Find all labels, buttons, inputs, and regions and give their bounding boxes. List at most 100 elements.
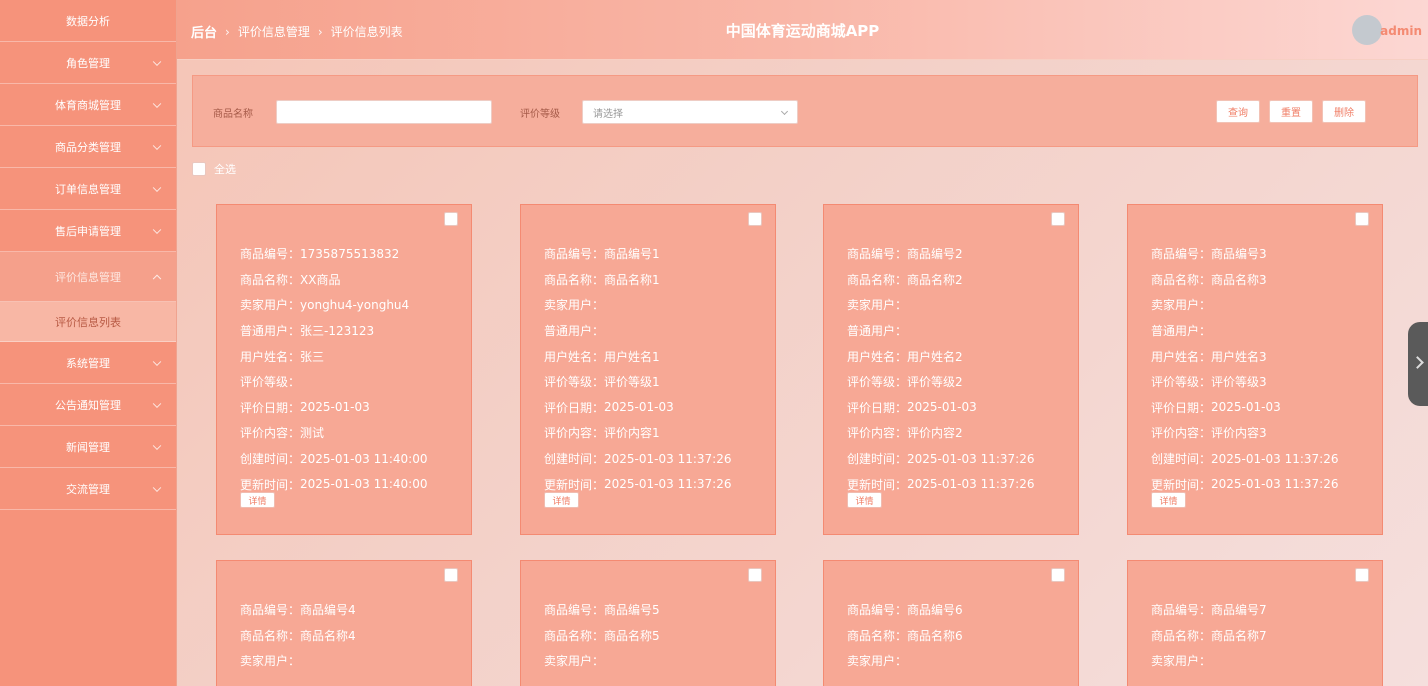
field-value: 商品编号7 <box>1211 603 1267 618</box>
card-grade: 评价等级： 评价等级2 <box>847 369 1068 395</box>
card-checkbox[interactable] <box>748 568 762 582</box>
card-checkbox[interactable] <box>444 568 458 582</box>
field-label: 商品名称： <box>240 628 301 643</box>
sidebar-subitem-review-list[interactable]: 评价信息列表 <box>0 302 176 342</box>
field-label: 商品编号： <box>847 247 908 262</box>
card-grade: 评价等级： 评价等级1 <box>544 369 765 395</box>
select-all-checkbox[interactable] <box>192 162 206 176</box>
detail-button[interactable]: 详情 <box>847 492 882 508</box>
card-name: 商品名称： 商品名称7 <box>1151 623 1372 649</box>
card-content: 评价内容： 测试 <box>240 420 461 446</box>
field-value: 评价内容3 <box>1211 426 1267 441</box>
card-checkbox[interactable] <box>1355 212 1369 226</box>
field-value: 张三 <box>300 349 325 364</box>
card-date: 评价日期： 2025-01-03 <box>847 395 1068 421</box>
field-label: 卖家用户： <box>240 654 301 669</box>
sidebar-item-notices[interactable]: 公告通知管理 <box>0 384 176 426</box>
card-seller: 卖家用户： yonghu4-yonghu4 <box>240 292 461 318</box>
card-checkbox[interactable] <box>444 212 458 226</box>
detail-button[interactable]: 详情 <box>1151 492 1186 508</box>
card-content: 评价内容： 评价内容1 <box>544 420 765 446</box>
card-name: 商品名称： 商品名称2 <box>847 267 1068 293</box>
review-card: 商品编号： 商品编号2 商品名称： 商品名称2 卖家用户： 普通用户： 用户姓名：用… <box>823 204 1079 535</box>
card-username: 用户姓名： 用户姓名3 <box>1151 343 1372 369</box>
field-label: 卖家用户： <box>1151 298 1212 313</box>
sidebar-item-system[interactable]: 系统管理 <box>0 342 176 384</box>
select-all-label: 全选 <box>214 163 236 176</box>
card-checkbox[interactable] <box>1051 212 1065 226</box>
reset-button[interactable]: 重置 <box>1269 100 1313 123</box>
sidebar-item-reviews[interactable]: 评价信息管理 <box>0 252 176 302</box>
sidebar-item-category[interactable]: 商品分类管理 <box>0 126 176 168</box>
sidebar-item-news[interactable]: 新闻管理 <box>0 426 176 468</box>
field-label: 更新时间： <box>847 477 908 492</box>
chevron-down-icon <box>152 57 162 66</box>
card-seller: 卖家用户： <box>1151 292 1372 318</box>
review-card: 商品编号： 商品编号7 商品名称： 商品名称7 卖家用户： <box>1127 560 1383 686</box>
breadcrumb-review-management[interactable]: 评价信息管理 <box>238 23 310 40</box>
field-value: 张三-123123 <box>300 324 375 339</box>
field-label: 商品编号： <box>240 603 301 618</box>
detail-button[interactable]: 详情 <box>240 492 275 508</box>
field-value: 用户姓名1 <box>604 349 660 364</box>
delete-button[interactable]: 删除 <box>1322 100 1366 123</box>
field-value: 2025-01-03 11:40:00 <box>300 451 428 466</box>
chevron-right-icon: › <box>225 24 230 39</box>
card-name: 商品名称： 商品名称1 <box>544 267 765 293</box>
field-value: 2025-01-03 11:37:26 <box>1211 477 1339 492</box>
detail-button[interactable]: 详情 <box>544 492 579 508</box>
grade-select[interactable]: 请选择 <box>582 100 798 124</box>
field-value: 商品编号5 <box>604 603 660 618</box>
sidebar-item-roles[interactable]: 角色管理 <box>0 42 176 84</box>
field-label: 普通用户： <box>1151 324 1212 339</box>
field-label: 评价内容： <box>544 426 605 441</box>
field-label: 卖家用户： <box>847 654 908 669</box>
card-checkbox[interactable] <box>1051 568 1065 582</box>
field-value: 2025-01-03 11:37:26 <box>907 477 1035 492</box>
card-username: 用户姓名： 用户姓名1 <box>544 343 765 369</box>
card-user: 普通用户： <box>1151 318 1372 344</box>
chevron-down-icon <box>152 357 162 366</box>
field-value: 评价等级3 <box>1211 375 1267 390</box>
header: 后台 › 评价信息管理 › 评价信息列表 中国体育运动商城APP admin <box>177 0 1428 60</box>
chevron-right-icon: › <box>317 24 323 39</box>
field-value: 2025-01-03 11:37:26 <box>604 477 732 492</box>
product-name-input[interactable] <box>276 100 492 124</box>
side-panel-toggle[interactable] <box>1408 322 1428 406</box>
sidebar-item-sports-mall[interactable]: 体育商城管理 <box>0 84 176 126</box>
sidebar-item-after-sales[interactable]: 售后申请管理 <box>0 210 176 252</box>
sidebar-item-data-analysis[interactable]: 数据分析 <box>0 0 176 42</box>
field-label: 更新时间： <box>240 477 301 492</box>
card-created: 创建时间： 2025-01-03 11:40:00 <box>240 446 461 472</box>
field-value: 测试 <box>300 426 325 441</box>
field-label: 评价等级： <box>1151 375 1212 390</box>
sidebar-item-label: 公告通知管理 <box>55 398 121 412</box>
card-seller: 卖家用户： <box>847 292 1068 318</box>
card-grade: 评价等级： <box>240 369 461 395</box>
chevron-down-icon <box>152 183 162 192</box>
avatar[interactable] <box>1352 15 1382 45</box>
card-code: 商品编号： 商品编号6 <box>847 597 1068 623</box>
search-panel: 商品名称 评价等级 请选择 查询 重置 删除 <box>192 75 1418 147</box>
card-username: 用户姓名： 用户姓名2 <box>847 343 1068 369</box>
field-label: 商品编号： <box>544 247 605 262</box>
breadcrumb-home[interactable]: 后台 <box>191 22 217 41</box>
sidebar-item-label: 交流管理 <box>66 482 110 496</box>
sidebar-item-forum[interactable]: 交流管理 <box>0 468 176 510</box>
card-content: 评价内容： 评价内容3 <box>1151 420 1372 446</box>
card-checkbox[interactable] <box>1355 568 1369 582</box>
field-value: 1735875513832 <box>300 246 400 261</box>
chevron-down-icon <box>152 99 162 108</box>
card-user: 普通用户： 张三-123123 <box>240 318 461 344</box>
card-code: 商品编号： 商品编号5 <box>544 597 765 623</box>
field-value: 商品编号2 <box>907 247 963 262</box>
username[interactable]: admin <box>1380 24 1422 38</box>
card-code: 商品编号： 1735875513832 <box>240 241 461 267</box>
select-all[interactable]: 全选 <box>192 161 236 177</box>
card-name: 商品名称： 商品名称6 <box>847 623 1068 649</box>
breadcrumb: 后台 › 评价信息管理 › 评价信息列表 <box>191 22 403 42</box>
card-checkbox[interactable] <box>748 212 762 226</box>
sidebar-item-orders[interactable]: 订单信息管理 <box>0 168 176 210</box>
query-button[interactable]: 查询 <box>1216 100 1260 123</box>
field-label: 评价等级： <box>240 375 301 390</box>
